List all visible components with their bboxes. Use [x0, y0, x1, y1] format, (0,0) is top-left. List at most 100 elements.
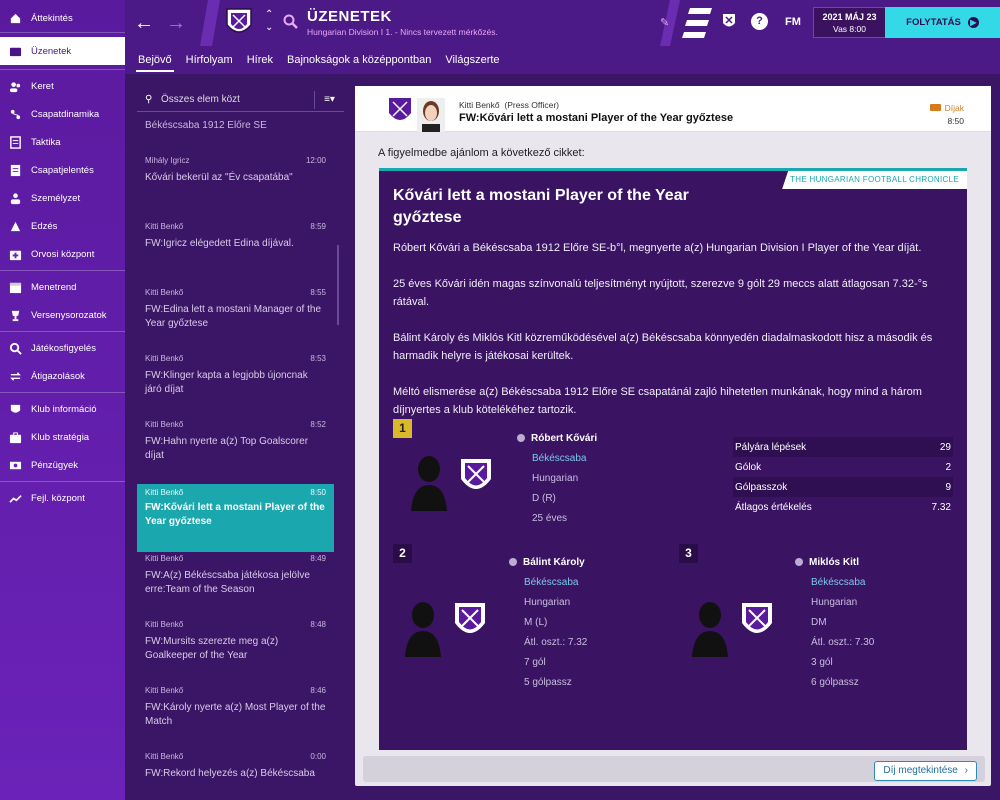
- chevron-right-icon: ›: [964, 765, 968, 776]
- player-club-link[interactable]: Békéscsaba: [811, 577, 865, 588]
- list-item-partial[interactable]: Békéscsaba 1912 Előre SE: [145, 120, 267, 131]
- search-icon: ⚲: [145, 94, 153, 105]
- view-award-button[interactable]: Díj megtekintése ›: [874, 761, 977, 781]
- tag-icon: [929, 104, 941, 111]
- sidebar-item-label: Taktika: [31, 136, 61, 148]
- message-sender: Kitti Benkő: [145, 354, 184, 363]
- sidebar-divider: [0, 270, 125, 271]
- sidebar-item-medical[interactable]: Orvosi központ: [0, 240, 125, 268]
- sidebar-item-label: Személyzet: [31, 192, 81, 204]
- sidebar: Áttekintés Üzenetek Keret Csapatdinamika…: [0, 0, 125, 800]
- continue-label: FOLYTATÁS: [906, 17, 961, 28]
- club-crest-icon[interactable]: [740, 601, 774, 643]
- edit-icon[interactable]: ✎: [660, 16, 669, 29]
- sidebar-item-inbox[interactable]: Üzenetek: [0, 37, 125, 65]
- help-icon[interactable]: ?: [751, 13, 768, 30]
- search-input[interactable]: Összes elem közt: [161, 94, 314, 105]
- tab-news[interactable]: Hírek: [241, 46, 279, 74]
- club-crest-icon[interactable]: [459, 457, 493, 499]
- player-nationality: Hungarian: [811, 597, 858, 608]
- player-name[interactable]: Bálint Károly: [509, 557, 585, 568]
- list-item[interactable]: Kitti Benkő 8:59 FW:Igricz elégedett Edin…: [137, 218, 334, 255]
- player-profile-icon: [509, 558, 517, 566]
- sidebar-item-scouting[interactable]: Játékosfigyelés: [0, 334, 125, 362]
- sidebar-item-dev-centre[interactable]: Fejl. központ: [0, 484, 125, 512]
- category-badge[interactable]: Díjak: [929, 103, 964, 113]
- message-subject: FW:Edina lett a mostani Manager of the Y…: [145, 304, 322, 329]
- sidebar-item-label: Átigazolások: [31, 370, 85, 382]
- player-silhouette-icon: [692, 602, 728, 657]
- list-item[interactable]: Kitti Benkő 8:52 FW:Hahn nyerte a(z) Top …: [137, 416, 334, 467]
- sidebar-item-team-report[interactable]: Csapatjelentés: [0, 156, 125, 184]
- message-sender: Kitti Benkő: [145, 288, 184, 297]
- list-item-selected[interactable]: Kitti Benkő 8:50 FW:Kővári lett a mostani…: [137, 484, 334, 552]
- list-item[interactable]: Mihály Igricz 12:00 Kővári bekerül az "Év…: [137, 152, 334, 189]
- player-name[interactable]: Miklós Kitl: [795, 557, 859, 568]
- stat-row: Átlagos értékelés 7.32: [733, 497, 953, 517]
- sidebar-item-tactics[interactable]: Taktika: [0, 128, 125, 156]
- fm-menu-button[interactable]: FM: [785, 16, 801, 28]
- club-crest-icon[interactable]: [225, 7, 253, 39]
- forward-arrow-icon[interactable]: →: [165, 12, 187, 34]
- sidebar-item-overview[interactable]: Áttekintés: [0, 4, 125, 32]
- tab-inbox[interactable]: Bejövő: [132, 46, 178, 74]
- tab-worldwide[interactable]: Világszerte: [439, 46, 505, 74]
- sidebar-item-schedule[interactable]: Menetrend: [0, 273, 125, 301]
- view-award-label: Díj megtekintése: [883, 765, 958, 776]
- sidebar-item-staff[interactable]: Személyzet: [0, 184, 125, 212]
- development-icon: [8, 491, 22, 505]
- stat-label: Átlagos értékelés: [735, 501, 812, 513]
- player-club-link[interactable]: Békéscsaba: [532, 453, 586, 464]
- sidebar-item-club-info[interactable]: Klub információ: [0, 395, 125, 423]
- list-item[interactable]: Kitti Benkő 8:53 FW:Klinger kapta a legjo…: [137, 350, 334, 401]
- sidebar-divider: [0, 32, 125, 33]
- list-item[interactable]: Kitti Benkő 8:48 FW:Mursits szerezte meg …: [137, 616, 334, 667]
- message-time: 12:00: [305, 156, 326, 165]
- stat-label: Gólok: [735, 461, 762, 473]
- header-stripe-decoration: [200, 0, 220, 46]
- sidebar-item-club-strategy[interactable]: Klub stratégia: [0, 423, 125, 451]
- player-club-link[interactable]: Békéscsaba: [524, 577, 578, 588]
- message-tabs: Bejövő Hírfolyam Hírek Bajnokságok a köz…: [125, 46, 1000, 74]
- stat-value: 9: [945, 481, 951, 493]
- message-subject: Kővári bekerül az "Év csapatába": [145, 172, 293, 183]
- inbox-icon: [8, 44, 22, 58]
- sidebar-item-competitions[interactable]: Versenysorozatok: [0, 301, 125, 329]
- sidebar-divider: [0, 69, 125, 70]
- message-time: 8:49: [310, 554, 326, 563]
- search-icon[interactable]: [283, 14, 299, 30]
- search-bar[interactable]: ⚲ Összes elem közt ≡▾: [137, 88, 344, 112]
- sidebar-item-transfers[interactable]: Átigazolások: [0, 362, 125, 390]
- message-time: 0:00: [310, 752, 326, 761]
- article-paragraph: Méltó elismerése a(z) Békéscsaba 1912 El…: [393, 386, 922, 416]
- club-badge-icon[interactable]: [721, 13, 737, 31]
- transfer-icon: [8, 369, 22, 383]
- sidebar-item-finances[interactable]: Pénzügyek: [0, 451, 125, 479]
- list-item[interactable]: Kitti Benkő 8:49 FW:A(z) Békéscsaba játék…: [137, 550, 334, 601]
- player-name[interactable]: Róbert Kővári: [517, 433, 597, 444]
- page-subtitle: Hungarian Division I 1. - Nincs tervezet…: [307, 27, 498, 37]
- sidebar-item-squad[interactable]: Keret: [0, 72, 125, 100]
- list-item[interactable]: Kitti Benkő 0:00 FW:Rekord helyezés a(z) …: [137, 748, 334, 785]
- chevron-down-icon[interactable]: ⌄: [265, 22, 273, 33]
- sidebar-item-training[interactable]: Edzés: [0, 212, 125, 240]
- sidebar-item-label: Versenysorozatok: [31, 309, 107, 321]
- continue-button[interactable]: FOLYTATÁS ▶: [885, 7, 1000, 38]
- tab-feed[interactable]: Hírfolyam: [180, 46, 239, 74]
- message-sender: Kitti Benkő: [145, 554, 184, 563]
- report-icon: [8, 163, 22, 177]
- message-sender: Kitti Benkő: [145, 420, 184, 429]
- message-sender: Kitti Benkő: [145, 488, 184, 497]
- club-crest-icon[interactable]: [453, 601, 487, 643]
- training-icon: [8, 219, 22, 233]
- tab-leagues-focus[interactable]: Bajnokságok a középpontban: [281, 46, 437, 74]
- sidebar-item-label: Áttekintés: [31, 12, 73, 24]
- filter-menu-icon[interactable]: ≡▾: [314, 90, 344, 109]
- list-scrollbar[interactable]: [337, 245, 339, 325]
- list-item[interactable]: Kitti Benkő 8:46 FW:Károly nyerte a(z) Mo…: [137, 682, 334, 733]
- chevron-up-icon[interactable]: ⌃: [265, 9, 273, 20]
- message-subject-title: FW:Kővári lett a mostani Player of the Y…: [459, 112, 734, 124]
- list-item[interactable]: Kitti Benkő 8:55 FW:Edina lett a mostani …: [137, 284, 334, 335]
- back-arrow-icon[interactable]: ←: [133, 12, 155, 34]
- sidebar-item-dynamics[interactable]: Csapatdinamika: [0, 100, 125, 128]
